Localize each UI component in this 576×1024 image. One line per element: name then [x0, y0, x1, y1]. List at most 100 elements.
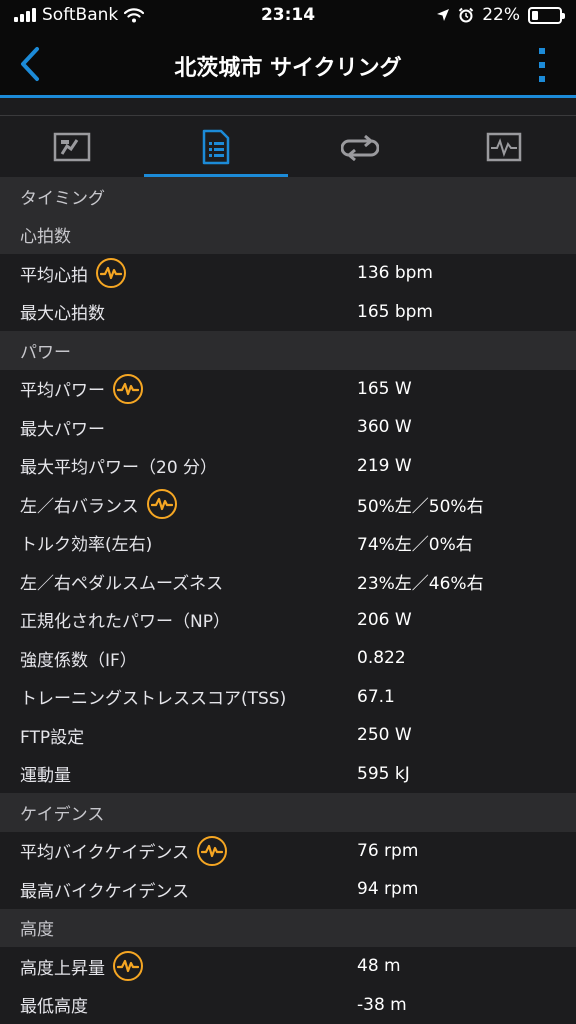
battery-icon — [528, 6, 565, 24]
status-right: 22% — [436, 5, 565, 25]
stat-row[interactable]: 運動量 595 kJ — [0, 754, 576, 793]
stat-row[interactable]: 最大平均パワー（20 分） 219 W — [0, 446, 576, 485]
stat-row[interactable]: 最大心拍数 165 bpm — [0, 292, 576, 331]
stat-label-cell: 平均パワー — [0, 373, 357, 404]
stat-label-cell: 左／右ペダルスムーズネス — [0, 569, 357, 594]
stat-label-cell: 強度係数（IF） — [0, 646, 357, 671]
stat-row[interactable]: 平均パワー 165 W — [0, 369, 576, 408]
stat-value: 165 W — [357, 378, 412, 399]
chart-wave-icon — [117, 960, 139, 973]
stat-value: 136 bpm — [357, 263, 433, 284]
stat-label-cell: 最大心拍数 — [0, 299, 357, 324]
status-bar: SoftBank 23:14 22% — [0, 0, 576, 34]
section-title: 心拍数 — [20, 227, 71, 248]
stat-label: 平均パワー — [20, 381, 105, 402]
stat-row[interactable]: FTP設定 250 W — [0, 716, 576, 755]
stat-value: 0.822 — [357, 648, 406, 669]
section-header: 高度 — [0, 908, 576, 947]
stat-value: 165 bpm — [357, 301, 433, 322]
stat-value: -38 m — [357, 994, 407, 1015]
stat-label: 強度係数（IF） — [20, 650, 137, 671]
stat-label: 最大パワー — [20, 419, 105, 440]
chart-wave-icon — [200, 844, 223, 857]
stat-label-cell: 最大パワー — [0, 415, 357, 440]
stat-label: 最低高度 — [20, 997, 88, 1018]
more-options-button[interactable] — [530, 44, 554, 86]
stat-label: トレーニングストレススコア(TSS) — [20, 689, 287, 710]
stat-label: 平均バイクケイデンス — [20, 843, 189, 864]
battery-percent: 22% — [482, 5, 520, 25]
chart-badge-button[interactable] — [113, 373, 143, 404]
stat-row[interactable]: 強度係数（IF） 0.822 — [0, 639, 576, 678]
stat-row[interactable]: 高度上昇量 48 m — [0, 947, 576, 986]
stat-label-cell: 最高バイクケイデンス — [0, 877, 357, 902]
stat-label: 運動量 — [20, 766, 71, 787]
stat-label-cell: トレーニングストレススコア(TSS) — [0, 684, 357, 709]
stat-row[interactable]: トレーニングストレススコア(TSS) 67.1 — [0, 677, 576, 716]
stat-label: 高度上昇量 — [20, 958, 105, 979]
stat-row[interactable]: トルク効率(左右) 74%左／0%右 — [0, 523, 576, 562]
nav-bar: 北茨城市 サイクリング — [0, 34, 576, 98]
chart-badge-button[interactable] — [196, 835, 227, 866]
stat-value: 206 W — [357, 609, 412, 630]
laps-loop-icon — [341, 134, 379, 161]
back-button[interactable] — [8, 42, 52, 86]
stat-label-cell: 最低高度 — [0, 992, 357, 1017]
stat-value: 67.1 — [357, 686, 395, 707]
stat-label-cell: 高度上昇量 — [0, 951, 357, 982]
section-title: ケイデンス — [20, 804, 105, 825]
stat-value: 48 m — [357, 956, 401, 977]
tab-charts[interactable] — [432, 116, 576, 177]
chart-wave-icon — [100, 267, 122, 280]
section-header: ケイデンス — [0, 793, 576, 832]
stat-value: 250 W — [357, 725, 412, 746]
section-header: タイミング — [0, 177, 576, 216]
stat-row[interactable]: 平均バイクケイデンス 76 rpm — [0, 831, 576, 870]
chart-badge-button[interactable] — [113, 951, 143, 982]
section-title: 高度 — [20, 920, 54, 941]
stat-row[interactable]: 最大パワー 360 W — [0, 408, 576, 447]
stat-value: 360 W — [357, 417, 412, 438]
stat-label-cell: 運動量 — [0, 761, 357, 786]
nav-divider — [0, 101, 576, 115]
page-title: 北茨城市 サイクリング — [174, 56, 402, 81]
stat-label: トルク効率(左右) — [20, 535, 153, 556]
tab-laps[interactable] — [288, 116, 432, 177]
chart-badge-button[interactable] — [96, 258, 126, 289]
stat-label: 正規化されたパワー（NP） — [20, 612, 230, 633]
chart-wave-icon — [150, 498, 173, 511]
stat-label: FTP設定 — [20, 727, 85, 748]
stat-label-cell: 最大平均パワー（20 分） — [0, 453, 357, 478]
stat-value: 595 kJ — [357, 763, 410, 784]
chart-badge-button[interactable] — [146, 489, 177, 520]
chart-graph-icon — [486, 132, 522, 161]
stat-label-cell: FTP設定 — [0, 723, 357, 748]
alarm-clock-icon — [458, 7, 474, 23]
stat-label-cell: 平均心拍 — [0, 258, 357, 289]
stat-value: 74%左／0%右 — [357, 535, 473, 556]
map-icon — [53, 132, 91, 161]
chevron-left-icon — [21, 47, 39, 81]
stat-row[interactable]: 最低高度 -38 m — [0, 985, 576, 1024]
stat-label: 最高バイクケイデンス — [20, 881, 189, 902]
chart-wave-icon — [117, 382, 139, 395]
stat-label: 平均心拍 — [20, 265, 88, 286]
tab-stats[interactable] — [144, 116, 288, 177]
stat-label: 左／右バランス — [20, 496, 139, 517]
tab-bar — [0, 115, 576, 177]
stat-value: 94 rpm — [357, 879, 419, 900]
stat-value: 23%左／46%右 — [357, 573, 484, 594]
stat-row[interactable]: 正規化されたパワー（NP） 206 W — [0, 600, 576, 639]
section-title: タイミング — [20, 188, 105, 209]
stat-label-cell: 正規化されたパワー（NP） — [0, 607, 357, 632]
section-header: パワー — [0, 331, 576, 370]
stats-list-icon — [202, 129, 230, 164]
tab-map[interactable] — [0, 116, 144, 177]
stats-list[interactable]: タイミング 心拍数 平均心拍 136 bpm 最大心拍数 165 bpm パワー… — [0, 177, 576, 1024]
stat-row[interactable]: 左／右バランス 50%左／50%右 — [0, 485, 576, 524]
stat-row[interactable]: 左／右ペダルスムーズネス 23%左／46%右 — [0, 562, 576, 601]
stat-label-cell: トルク効率(左右) — [0, 530, 357, 555]
location-arrow-icon — [437, 9, 450, 21]
stat-row[interactable]: 平均心拍 136 bpm — [0, 254, 576, 293]
stat-row[interactable]: 最高バイクケイデンス 94 rpm — [0, 870, 576, 909]
